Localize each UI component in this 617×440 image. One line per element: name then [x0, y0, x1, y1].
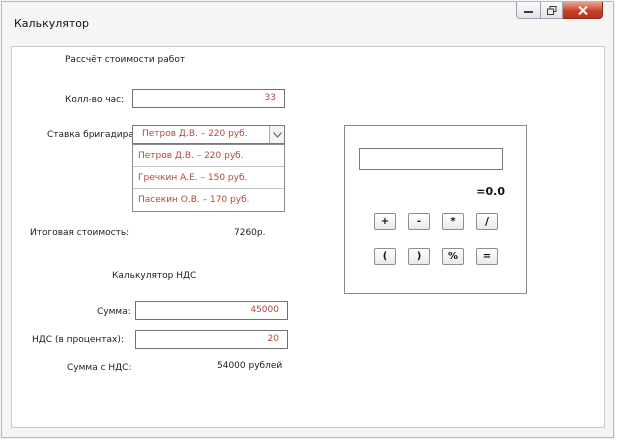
- calculator-result: =0.0: [476, 185, 505, 198]
- key-divide-button[interactable]: /: [476, 213, 498, 230]
- close-icon: [577, 5, 588, 15]
- key-open-paren-button[interactable]: (: [374, 248, 396, 265]
- key-equals-button[interactable]: =: [476, 248, 498, 265]
- key-multiply-button[interactable]: *: [442, 213, 464, 230]
- maximize-button[interactable]: [541, 2, 563, 19]
- window-title: Калькулятор: [14, 17, 89, 30]
- minimize-button[interactable]: [516, 2, 541, 19]
- vat-sum-label: Сумма:: [97, 307, 131, 317]
- calculator-display[interactable]: [359, 148, 503, 170]
- vat-percent-label: НДС (в процентах):: [32, 335, 124, 345]
- rate-option[interactable]: Гречкин А.Е. – 150 руб.: [133, 167, 284, 189]
- app-window: Калькулятор Рассчёт стоимости работ Колл…: [1, 1, 614, 438]
- rate-option[interactable]: Пасекин О.В. – 170 руб.: [133, 189, 284, 211]
- vat-section-heading: Калькулятор НДС: [112, 271, 197, 281]
- rate-dropdown-list: Петров Д.В. – 220 руб. Гречкин А.Е. – 15…: [132, 144, 285, 212]
- key-minus-button[interactable]: -: [408, 213, 430, 230]
- rate-select[interactable]: Петров Д.В. – 220 руб.: [132, 125, 285, 144]
- vat-percent-input[interactable]: 20: [135, 330, 288, 349]
- restore-icon: [546, 5, 556, 15]
- rate-option[interactable]: Петров Д.В. – 220 руб.: [133, 145, 284, 167]
- chevron-down-icon: [272, 131, 282, 138]
- rate-label: Ставка бригадира:: [47, 130, 137, 140]
- minimize-icon: [524, 11, 533, 13]
- dropdown-toggle[interactable]: [269, 126, 284, 143]
- key-plus-button[interactable]: +: [374, 213, 396, 230]
- total-label: Итоговая стоимость:: [30, 228, 130, 238]
- vat-result-value: 54000 рублей: [217, 361, 283, 371]
- work-section-heading: Рассчёт стоимости работ: [65, 55, 186, 65]
- hours-input[interactable]: 33: [132, 89, 285, 108]
- vat-result-label: Сумма с НДС:: [67, 363, 132, 373]
- total-value: 7260р.: [234, 228, 266, 238]
- main-panel: Рассчёт стоимости работ Колл-во час: 33 …: [11, 46, 605, 428]
- key-close-paren-button[interactable]: ): [408, 248, 430, 265]
- calculator-panel: =0.0 + - * / ( ) % =: [344, 125, 527, 294]
- rate-select-value: Петров Д.В. – 220 руб.: [142, 129, 248, 139]
- vat-sum-input[interactable]: 45000: [135, 301, 288, 320]
- close-button[interactable]: [563, 2, 603, 19]
- window-controls: [516, 2, 603, 21]
- hours-label: Колл-во час:: [65, 95, 125, 105]
- key-percent-button[interactable]: %: [442, 248, 464, 265]
